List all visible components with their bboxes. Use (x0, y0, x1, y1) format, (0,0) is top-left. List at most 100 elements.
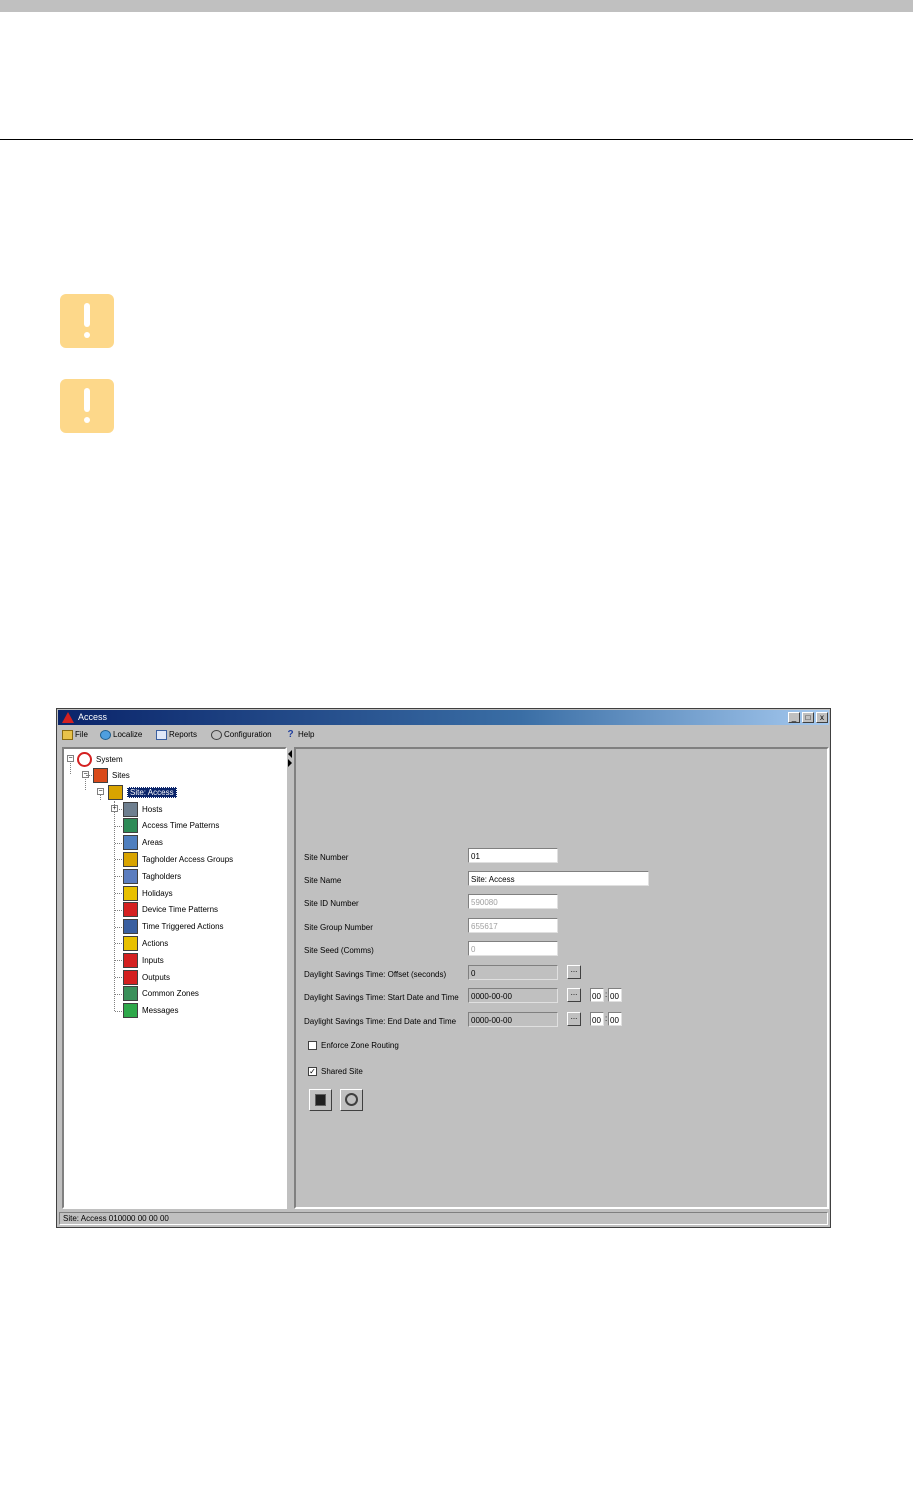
folder-icon (62, 729, 73, 740)
tree-node-inputs[interactable]: Inputs (123, 952, 164, 968)
status-bar: Site: Access 010000 00 00 00 (59, 1212, 828, 1225)
dst-offset-label: Daylight Savings Time: Offset (seconds) (304, 970, 447, 979)
enforce-zone-label: Enforce Zone Routing (321, 1041, 399, 1050)
menu-label: Help (298, 730, 315, 739)
collapse-toggle[interactable]: − (67, 755, 74, 762)
menu-help[interactable]: ? Help (285, 728, 314, 741)
collapse-left-icon[interactable] (288, 750, 292, 758)
menu-file[interactable]: File (62, 728, 88, 741)
actions-icon (123, 935, 138, 951)
tree-label: Tagholder Access Groups (142, 854, 234, 864)
tree-label: Site: Access (127, 786, 177, 798)
tree-node-common-zones[interactable]: Common Zones (123, 986, 199, 1002)
tree-label: Device Time Patterns (142, 905, 219, 915)
dst-start-minute-field[interactable]: 00 (608, 988, 622, 1002)
tree-node-site-access[interactable]: Site: Access (108, 784, 177, 800)
application-window: Access _ □ x File Localize Reports Confi… (56, 708, 831, 1228)
splitter-handle[interactable] (287, 747, 294, 1209)
tagholders-icon (123, 868, 138, 884)
menu-configuration[interactable]: Configuration (211, 728, 272, 741)
dst-start-field: 0000-00-00 (468, 988, 558, 1003)
time-separator: : (605, 990, 608, 999)
tree-node-access-time-patterns[interactable]: Access Time Patterns (123, 818, 219, 834)
minimize-button[interactable]: _ (788, 712, 800, 723)
site-icon (108, 784, 123, 800)
device-time-icon (123, 902, 138, 918)
tree-node-system[interactable]: System (77, 751, 123, 767)
dst-start-hour-field[interactable]: 00 (590, 988, 604, 1002)
menu-label: Configuration (224, 730, 272, 739)
tree-node-tagholder-access-groups[interactable]: Tagholder Access Groups (123, 851, 233, 867)
tree-node-areas[interactable]: Areas (123, 835, 163, 851)
tree-node-time-triggered-actions[interactable]: Time Triggered Actions (123, 919, 224, 935)
caution-icon (60, 379, 114, 433)
save-button[interactable] (309, 1089, 332, 1111)
time-separator: : (605, 1014, 608, 1023)
tree-label: Actions (142, 938, 169, 948)
collapse-right-icon[interactable] (288, 759, 292, 767)
site-id-field: 590080 (468, 894, 558, 909)
hosts-icon (123, 801, 138, 817)
site-number-field[interactable]: 01 (468, 848, 558, 863)
dst-start-browse-button[interactable]: ... (567, 988, 581, 1002)
messages-icon (123, 1003, 138, 1019)
site-seed-label: Site Seed (Comms) (304, 946, 374, 955)
globe-icon (100, 729, 111, 740)
menu-label: Reports (169, 730, 198, 739)
caution-icon (60, 294, 114, 348)
site-id-label: Site ID Number (304, 899, 359, 908)
tree-node-outputs[interactable]: Outputs (123, 969, 170, 985)
enforce-zone-checkbox[interactable] (308, 1041, 317, 1050)
close-button[interactable]: x (816, 712, 828, 723)
site-group-label: Site Group Number (304, 923, 373, 932)
dst-offset-browse-button[interactable]: ... (567, 965, 581, 979)
dst-end-browse-button[interactable]: ... (567, 1012, 581, 1026)
tree-node-holidays[interactable]: Holidays (123, 885, 173, 901)
menu-label: File (75, 730, 88, 739)
menu-reports[interactable]: Reports (156, 728, 197, 741)
inputs-icon (123, 952, 138, 968)
shared-site-checkbox[interactable]: ✓ (308, 1067, 317, 1076)
tree-node-tagholders[interactable]: Tagholders (123, 868, 181, 884)
tree-node-actions[interactable]: Actions (123, 935, 168, 951)
tree-label: Hosts (142, 804, 163, 814)
save-icon (315, 1094, 326, 1106)
tree-node-sites[interactable]: Sites (93, 767, 130, 783)
areas-icon (123, 835, 138, 851)
dst-end-minute-field[interactable]: 00 (608, 1012, 622, 1026)
maximize-button[interactable]: □ (802, 712, 814, 723)
tree-node-messages[interactable]: Messages (123, 1003, 178, 1019)
holidays-icon (123, 885, 138, 901)
report-icon (156, 729, 167, 740)
outputs-icon (123, 969, 138, 985)
site-number-label: Site Number (304, 853, 349, 862)
dst-end-hour-field[interactable]: 00 (590, 1012, 604, 1026)
refresh-icon (345, 1093, 358, 1106)
expand-toggle[interactable]: + (111, 805, 118, 812)
dst-end-label: Daylight Savings Time: End Date and Time (304, 1017, 457, 1026)
collapse-toggle[interactable]: − (97, 788, 104, 795)
tree-label: Inputs (142, 955, 164, 965)
zones-icon (123, 986, 138, 1002)
system-icon (77, 751, 92, 767)
tree-label: Common Zones (142, 989, 199, 999)
page-top-band (0, 0, 913, 12)
tree-node-device-time-patterns[interactable]: Device Time Patterns (123, 902, 218, 918)
tree-node-hosts[interactable]: Hosts (123, 801, 162, 817)
tree-label: Holidays (142, 888, 173, 898)
menu-localize[interactable]: Localize (100, 728, 142, 741)
site-details-panel: Site Number 01 Site Name Site: Access Si… (294, 747, 829, 1209)
site-name-label: Site Name (304, 876, 342, 885)
menu-label: Localize (113, 730, 143, 739)
tree-label: Access Time Patterns (142, 821, 220, 831)
refresh-button[interactable] (340, 1089, 363, 1111)
app-logo-icon (62, 712, 74, 723)
navigation-tree: − System − Sites − Site: Access Hosts + Ac… (62, 747, 287, 1209)
window-title: Access (78, 712, 108, 722)
title-bar[interactable]: Access _ □ x (58, 710, 829, 725)
tree-label: Time Triggered Actions (142, 922, 224, 932)
site-name-field[interactable]: Site: Access (468, 871, 649, 886)
status-text: Site: Access 010000 00 00 00 (63, 1214, 169, 1223)
tree-label: System (96, 754, 123, 764)
site-group-field: 655617 (468, 918, 558, 933)
